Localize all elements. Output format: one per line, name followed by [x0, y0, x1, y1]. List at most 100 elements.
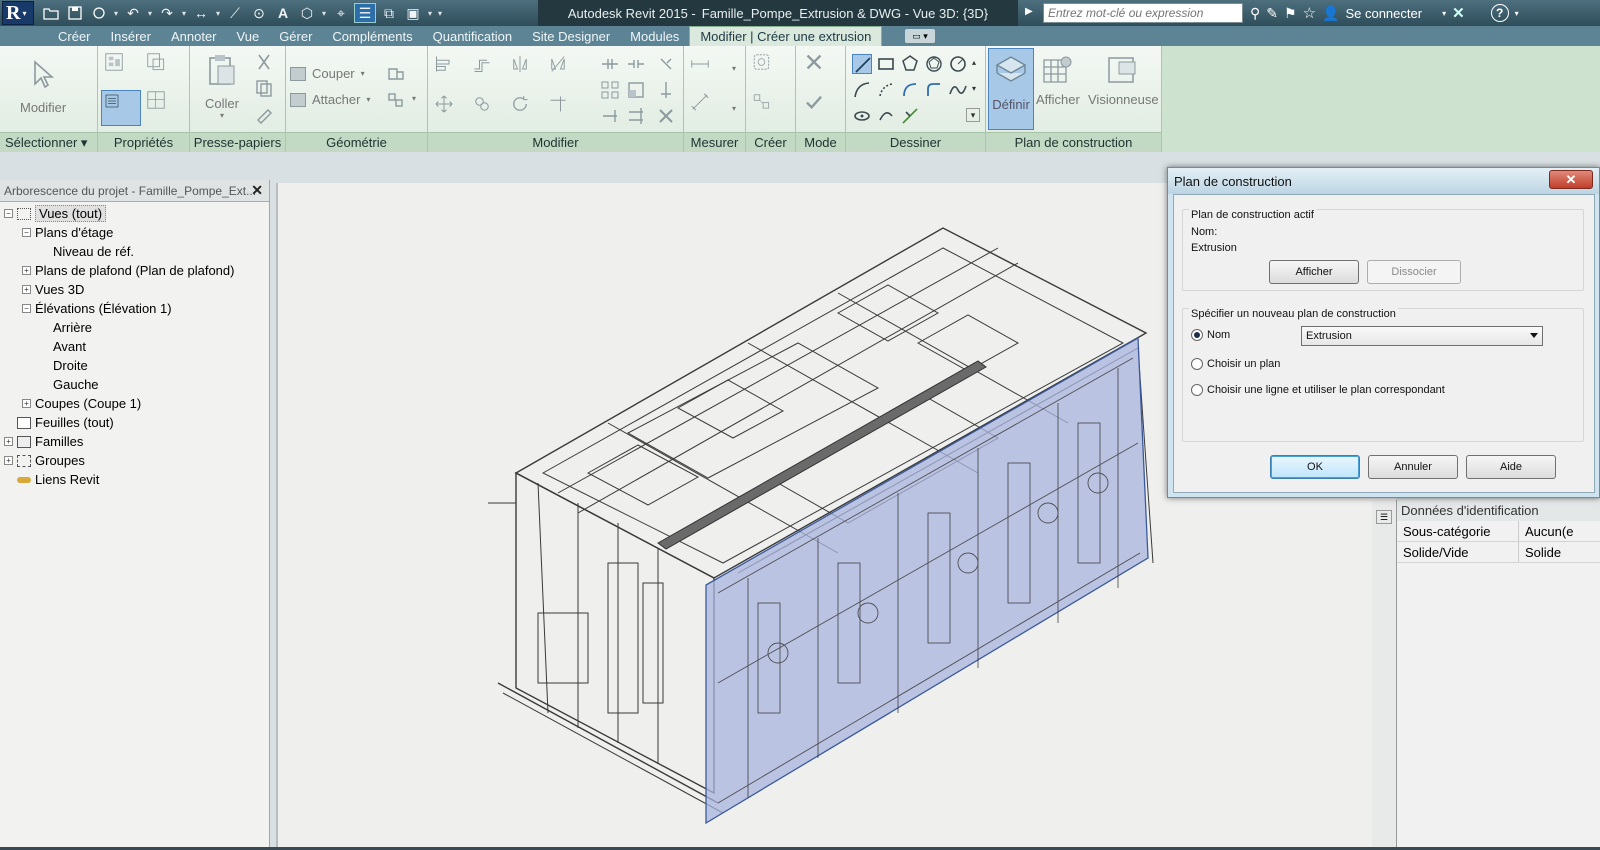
- collapse-icon[interactable]: −: [4, 209, 13, 218]
- copy-element-icon[interactable]: [472, 94, 504, 126]
- type-properties-icon[interactable]: [146, 90, 180, 124]
- switch-windows-icon[interactable]: ▣: [402, 3, 424, 23]
- tab-item[interactable]: Compléments: [322, 26, 422, 46]
- tab-modify-create-extrusion[interactable]: Modifier | Créer une extrusion: [689, 26, 883, 46]
- delete-icon[interactable]: [656, 106, 676, 126]
- paste-button[interactable]: Coller ▾: [204, 52, 240, 120]
- trim-multiple-icon[interactable]: [626, 106, 646, 126]
- radio-pick-line[interactable]: Choisir une ligne et utiliser le plan co…: [1191, 384, 1445, 396]
- chevron-down-icon[interactable]: ▾: [180, 9, 188, 18]
- panel-select-label[interactable]: Sélectionner ▾: [0, 132, 97, 152]
- tree-item[interactable]: + Coupes (Coupe 1): [22, 394, 141, 413]
- tab-item[interactable]: Annoter: [161, 26, 227, 46]
- close-hidden-windows-icon[interactable]: ⧉: [378, 3, 400, 23]
- draw-gallery-expand-icon[interactable]: ▾: [966, 108, 980, 122]
- array-icon[interactable]: [600, 80, 620, 100]
- join-geometry-button[interactable]: Attacher ▾: [290, 92, 370, 107]
- tab-item[interactable]: Insérer: [101, 26, 161, 46]
- trim-extend-icon[interactable]: [548, 94, 580, 126]
- tab-item[interactable]: Gérer: [269, 26, 322, 46]
- revit-app-menu-button[interactable]: R ▾: [2, 1, 34, 25]
- chevron-down-icon[interactable]: ▾: [146, 9, 154, 18]
- draw-partial-ellipse-icon[interactable]: [876, 106, 896, 126]
- unpin-icon[interactable]: [656, 54, 676, 74]
- tree-item[interactable]: Liens Revit: [4, 470, 99, 489]
- default-3d-view-icon[interactable]: ⬡: [296, 3, 318, 23]
- tree-item[interactable]: Droite: [40, 356, 88, 375]
- tree-item[interactable]: Arrière: [40, 318, 92, 337]
- scroll-down-icon[interactable]: ▾: [970, 84, 978, 93]
- match-properties-icon[interactable]: [254, 104, 274, 124]
- tree-item[interactable]: Feuilles (tout): [4, 413, 114, 432]
- properties-icon[interactable]: [101, 90, 141, 126]
- extrusion-workplane[interactable]: [705, 336, 1149, 825]
- tree-item[interactable]: − Plans d'étage: [22, 223, 113, 242]
- tree-item[interactable]: Niveau de réf.: [40, 242, 134, 261]
- tree-item[interactable]: + Vues 3D: [22, 280, 84, 299]
- draw-fillet-arc-icon[interactable]: [924, 80, 944, 100]
- scale-icon[interactable]: [626, 80, 646, 100]
- cancel-button[interactable]: Annuler: [1368, 455, 1458, 479]
- create-parts-icon[interactable]: [752, 92, 788, 126]
- tree-item[interactable]: Gauche: [40, 375, 99, 394]
- measure-between-icon[interactable]: [690, 54, 724, 82]
- chevron-down-icon[interactable]: ▾: [426, 9, 434, 18]
- radio-unselected-icon[interactable]: [1191, 384, 1203, 396]
- draw-line-icon[interactable]: [852, 54, 872, 74]
- search-input[interactable]: [1043, 3, 1243, 23]
- measure-icon[interactable]: ↔: [190, 3, 212, 23]
- radio-selected-icon[interactable]: [1191, 329, 1203, 341]
- align-icon[interactable]: [434, 54, 466, 86]
- expand-icon[interactable]: +: [22, 285, 31, 294]
- property-row[interactable]: Solide/Vide Solide: [1397, 542, 1600, 563]
- favorites-star-icon[interactable]: ☆: [1303, 4, 1316, 22]
- family-types-icon[interactable]: [104, 52, 138, 86]
- collapse-icon[interactable]: −: [22, 228, 31, 237]
- draw-spline-icon[interactable]: [948, 80, 968, 100]
- offset-icon[interactable]: [472, 54, 504, 86]
- radio-unselected-icon[interactable]: [1191, 358, 1203, 370]
- trim-single-icon[interactable]: [600, 106, 620, 126]
- dialog-close-button[interactable]: ✕: [1549, 170, 1593, 189]
- search-expand-icon[interactable]: ▶: [1025, 6, 1033, 17]
- mirror-pick-axis-icon[interactable]: [510, 54, 542, 86]
- text-icon[interactable]: A: [272, 3, 294, 23]
- collapse-icon[interactable]: −: [22, 304, 31, 313]
- chevron-down-icon[interactable]: ▾: [1515, 9, 1519, 18]
- modify-button[interactable]: Modifier: [20, 56, 66, 115]
- redo-icon[interactable]: ↷: [156, 3, 178, 23]
- undo-icon[interactable]: ↶: [122, 3, 144, 23]
- binoculars-icon[interactable]: ⚲: [1250, 5, 1260, 22]
- tab-item[interactable]: Créer: [48, 26, 101, 46]
- expand-icon[interactable]: +: [22, 266, 31, 275]
- exchange-apps-icon[interactable]: ✕: [1452, 4, 1465, 22]
- property-row[interactable]: Sous-catégorie Aucun(e: [1397, 521, 1600, 542]
- tree-item[interactable]: Avant: [40, 337, 86, 356]
- chevron-down-icon[interactable]: ▾: [112, 9, 120, 18]
- draw-inscribed-polygon-icon[interactable]: [900, 54, 920, 74]
- radio-pick-plane[interactable]: Choisir un plan: [1191, 358, 1280, 370]
- cut-geometry-button[interactable]: Couper ▾: [290, 66, 365, 81]
- show-workplane-button[interactable]: Afficher: [1036, 52, 1080, 107]
- cancel-edit-mode-icon[interactable]: [804, 52, 838, 86]
- property-value[interactable]: Solide: [1519, 542, 1561, 562]
- copy-icon[interactable]: [254, 78, 274, 98]
- user-icon[interactable]: 👤: [1322, 5, 1339, 22]
- chevron-down-icon[interactable]: ▾: [730, 64, 738, 73]
- split-face-icon[interactable]: [386, 90, 406, 110]
- workplane-name-select[interactable]: Extrusion: [1301, 326, 1543, 346]
- expand-icon[interactable]: +: [4, 437, 13, 446]
- pick-lines-icon[interactable]: [900, 106, 920, 126]
- chevron-down-icon[interactable]: [1530, 333, 1538, 338]
- split-with-gap-icon[interactable]: [626, 54, 646, 74]
- workplane-viewer-button[interactable]: Visionneuse: [1088, 52, 1159, 107]
- rotate-icon[interactable]: [510, 94, 542, 126]
- draw-tangent-arc-icon[interactable]: [900, 80, 920, 100]
- chevron-down-icon[interactable]: ▾: [366, 95, 370, 104]
- aligned-dimension-ribbon-icon[interactable]: [690, 92, 724, 126]
- help-button[interactable]: Aide: [1466, 455, 1556, 479]
- tree-item[interactable]: + Familles: [4, 432, 83, 451]
- expand-icon[interactable]: +: [22, 399, 31, 408]
- tree-item[interactable]: − Vues (tout): [4, 204, 107, 223]
- draw-rectangle-icon[interactable]: [876, 54, 896, 74]
